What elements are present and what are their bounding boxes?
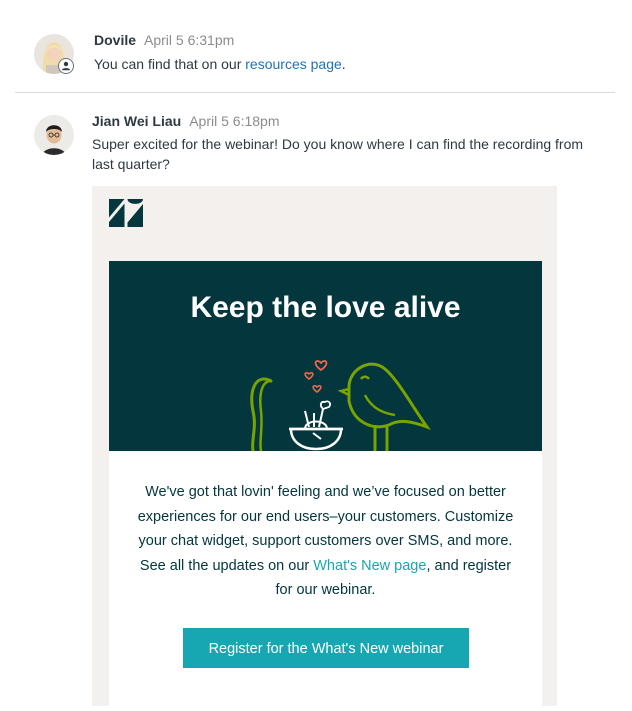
whats-new-page-link[interactable]: What's New page <box>313 558 426 574</box>
email-body-text: We've got that lovin' feeling and we’ve … <box>134 480 517 603</box>
message-meta: Jian Wei Liau April 5 6:18pm <box>92 113 280 129</box>
end-user-badge-icon <box>58 58 74 74</box>
avatar-jian-wei-liau[interactable] <box>34 115 74 155</box>
email-content-card: We've got that lovin' feeling and we’ve … <box>109 451 542 711</box>
resources-page-link[interactable]: resources page <box>245 56 342 72</box>
hero-banner: Keep the love alive <box>109 261 542 451</box>
bird-basket-illustration <box>250 360 431 451</box>
timestamp: April 5 6:31pm <box>144 32 235 48</box>
message-meta: Dovile April 5 6:31pm <box>94 32 234 48</box>
message-dovile: Dovile April 5 6:31pm You can find that o… <box>0 0 632 92</box>
zendesk-logo-icon <box>109 199 143 227</box>
email-preview: Keep the love alive We've got that lovin… <box>92 186 557 711</box>
message-body: You can find that on our resources page. <box>94 54 346 74</box>
hero-title: Keep the love alive <box>190 291 461 324</box>
message-text-end: . <box>341 56 346 72</box>
author-name[interactable]: Dovile <box>94 32 136 48</box>
register-webinar-button[interactable]: Register for the What's New webinar <box>183 628 469 668</box>
message-text: You can find that on our <box>94 56 246 72</box>
timestamp: April 5 6:18pm <box>189 113 280 129</box>
message-text: Super excited for the webinar! Do you kn… <box>92 136 584 172</box>
avatar-jian-wei-liau-image <box>34 115 74 155</box>
author-name[interactable]: Jian Wei Liau <box>92 113 181 129</box>
